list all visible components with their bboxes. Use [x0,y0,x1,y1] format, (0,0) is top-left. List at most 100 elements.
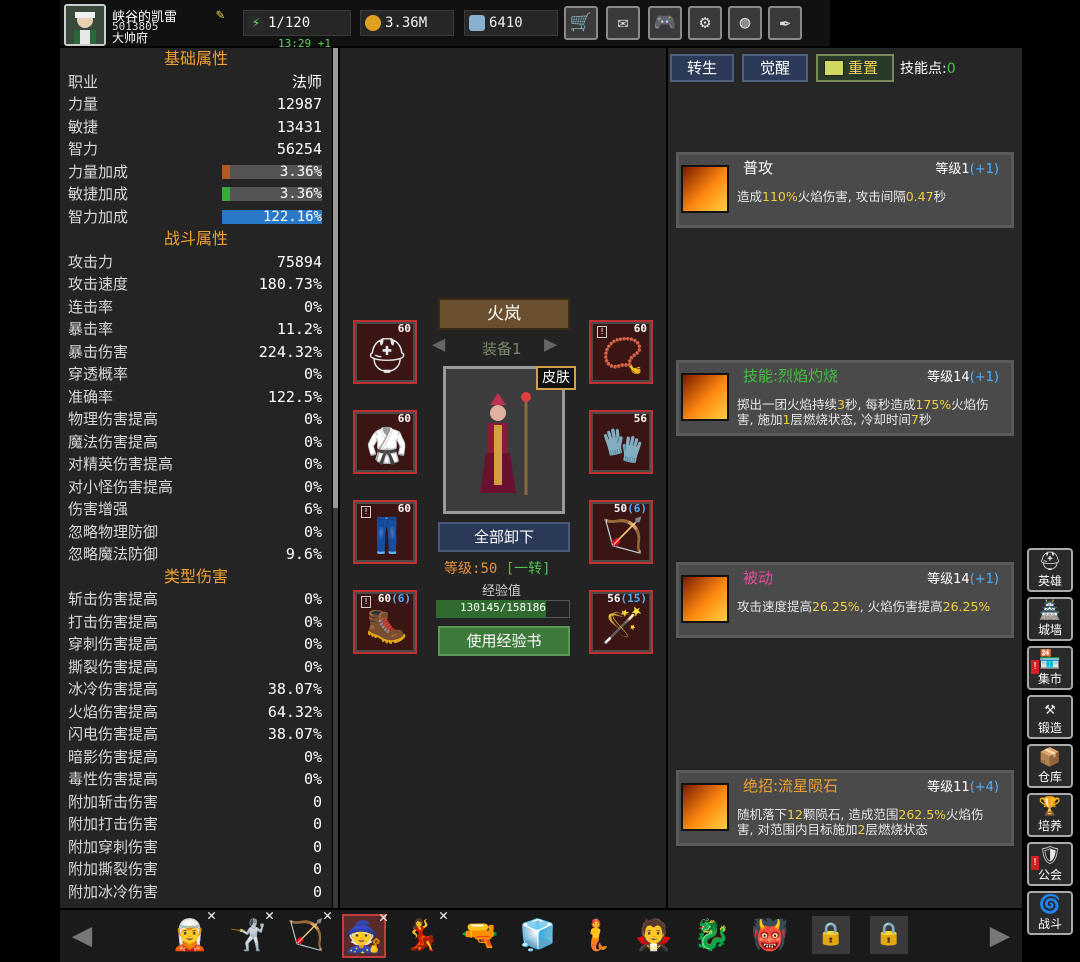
use-exp-book-button[interactable]: 使用经验书 [438,626,570,656]
stat-value: 0% [303,432,322,451]
gear-button[interactable]: ⚙ [688,6,722,40]
nav-trophy[interactable]: 🏆 培养 [1027,793,1073,837]
nav-portal[interactable]: 🌀 战斗 [1027,891,1073,935]
avatar[interactable] [64,4,106,46]
skill-level-bonus: (+1) [969,370,999,385]
armor-slot[interactable]: 60 🥋 [353,410,417,474]
hero-slot[interactable]: 🧛 [632,914,676,958]
awaken-button[interactable]: 觉醒 [742,54,808,82]
hero-slot[interactable]: 💃 ✕ [400,908,448,958]
shop-cart-button[interactable]: 🛒 [564,6,598,40]
hero-next-arrow-icon[interactable]: ▶ [980,916,1020,954]
nav-market[interactable]: ! 🏪 集市 [1027,646,1073,690]
mage-hero-icon: 🧙 [345,920,383,955]
skill-description: 随机落下12颗陨石, 造成范围262.5%火焰伤害, 对范围内目标施加2层燃烧状… [737,807,999,837]
pants-slot[interactable]: ! 60 👖 [353,500,417,564]
stat-name: 附加打击伤害 [68,815,159,833]
hero-prev-arrow-icon[interactable]: ◀ [62,916,102,954]
skin-button[interactable]: 皮肤 [536,366,576,390]
mail-button[interactable]: ✉ [606,6,640,40]
nav-label: 英雄 [1037,574,1062,588]
stat-value: 0 [312,815,322,833]
prev-set-arrow-icon[interactable]: ◀ [432,332,445,357]
quill-button[interactable]: ✒ [768,6,802,40]
locked-hero-slot-lock-icon[interactable]: 🔒 [812,916,850,954]
stat-name: 伤害增强 [68,500,129,518]
nav-chest[interactable]: 📦 仓库 [1027,744,1073,788]
hero-slot[interactable]: 🔫 [458,914,502,958]
type-damage-header: 类型伤害 [163,566,228,586]
offhand-icon: 🏹 [601,516,645,556]
stats-scroll-thumb[interactable] [333,48,338,508]
gold-resource[interactable]: 3.36M [360,10,454,36]
unequip-all-button[interactable]: 全部卸下 [438,522,570,552]
nav-wall[interactable]: 🏯 城墙 [1027,597,1073,641]
skill-card[interactable]: 绝招:流星陨石 等级11(+4) 随机落下12颗陨石, 造成范围262.5%火焰伤害… [676,770,1014,846]
stat-name: 穿透概率 [68,365,129,383]
remove-icon[interactable]: ✕ [439,908,448,923]
stat-name: 附加斩击伤害 [68,792,159,811]
skill-description: 造成110%火焰伤害, 攻击间隔0.47秒 [737,189,999,204]
fire-mage-sprite-icon [446,369,562,511]
skill-card[interactable]: 技能:烈焰灼烧 等级14(+1) 掷出一团火焰持续3秒, 每秒造成175%火焰伤害,… [676,360,1014,436]
nav-anvil[interactable]: ⚒ 锻造 [1027,695,1073,739]
necklace-slot[interactable]: ! 60 📿 [589,320,653,384]
hero-slot[interactable]: 👹 [748,914,792,958]
skill-desc-text: 秒 [933,189,947,204]
stat-value: 0% [303,747,322,766]
stat-row: 魔法伤害提高 0% [60,431,332,454]
stat-value: 38.07% [267,725,322,743]
nav-label: 战斗 [1037,917,1062,931]
stat-name: 对小怪伤害提高 [68,477,174,496]
nav-helmet[interactable]: ⛑ 英雄 [1027,548,1073,592]
nav-guild[interactable]: ! 🛡 公会 [1027,842,1073,886]
level-value: 50 [480,561,498,577]
color-wheel-button[interactable]: ◍ [728,6,762,40]
energy-resource[interactable]: ⚡ 1/120 [243,10,351,36]
locked-hero-slot-lock-icon[interactable]: 🔒 [870,916,908,954]
diamond-icon [469,15,485,31]
remove-icon[interactable]: ✕ [323,908,332,923]
stat-name: 火焰伤害提高 [68,702,159,721]
next-set-arrow-icon[interactable]: ▶ [544,332,557,357]
hero-slot[interactable]: 🤺 ✕ [226,908,274,958]
stat-row: 穿刺伤害提高 0% [60,633,332,656]
reset-skills-button[interactable]: 重置 [816,54,894,82]
stat-row: 附加斩击伤害 0 [60,791,332,814]
hero-slot[interactable]: 🧊 [516,914,560,958]
nav-label: 培养 [1037,819,1062,833]
skill-name: 普攻 [743,159,774,177]
gloves-slot[interactable]: 56 🧤 [589,410,653,474]
lightning-icon: ⚡ [248,15,264,31]
stat-row: 暴击伤害 224.32% [60,341,332,364]
skill-card[interactable]: 被动 等级14(+1) 攻击速度提高26.25%, 火焰伤害提高26.25% [676,562,1014,638]
stat-row: 智力 56254 [60,138,332,161]
remove-icon[interactable]: ✕ [379,910,388,925]
hero-slot[interactable]: 🏹 ✕ [284,908,332,958]
stat-row: 毒性伤害提高 0% [60,768,332,791]
rebirth-button[interactable]: 转生 [670,54,734,82]
gem-value: 6410 [489,15,523,31]
hero-slot[interactable]: 🐉 [690,914,734,958]
equipment-set-name: 装备1 [482,340,522,358]
offhand-slot[interactable]: 50(6) 🏹 [589,500,653,564]
gamepad-button[interactable]: 🎮 [648,6,682,40]
elf-hero-icon: 🧝 [171,918,209,953]
edit-name-icon[interactable]: ✎ [216,7,234,23]
remove-icon[interactable]: ✕ [265,908,274,923]
nav-label: 仓库 [1037,770,1062,784]
remove-icon[interactable]: ✕ [207,908,216,923]
wall-icon: 🏯 [1038,600,1062,621]
skill-points: 技能点:0 [900,58,956,78]
stat-name: 暗影伤害提高 [68,747,159,766]
skill-desc-text: 秒 [918,412,932,427]
hero-slot[interactable]: 🧝 ✕ [168,908,216,958]
nav-label: 公会 [1037,868,1062,882]
hero-slot[interactable]: 🧙 ✕ [342,910,388,958]
helmet-slot[interactable]: 60 ⛑ [353,320,417,384]
skill-card[interactable]: 普攻 等级1(+1) 造成110%火焰伤害, 攻击间隔0.47秒 [676,152,1014,228]
staff-slot[interactable]: 56(15) 🪄 [589,590,653,654]
boots-slot[interactable]: ! 60(6) 🥾 [353,590,417,654]
gem-resource[interactable]: 6410 [464,10,558,36]
hero-slot[interactable]: 🧜 [574,914,618,958]
